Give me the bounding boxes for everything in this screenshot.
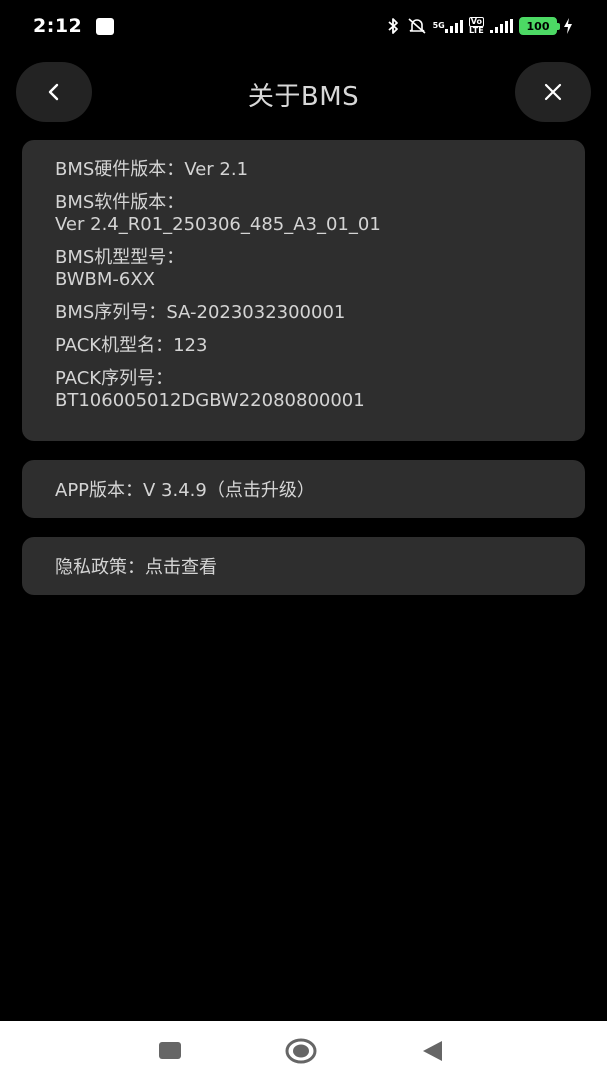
signal-bars-1 [444, 19, 463, 33]
model-value: BWBM-6XX [55, 269, 155, 290]
model-row: BMS机型型号： BWBM-6XX [55, 247, 552, 291]
sw-version-label: BMS软件版本： [55, 192, 185, 213]
pack-serial-value: BT106005012DGBW22080800001 [55, 390, 365, 411]
bms-info-card: BMS硬件版本：Ver 2.1 BMS软件版本： Ver 2.4_R01_250… [22, 140, 585, 441]
sw-version-row: BMS软件版本： Ver 2.4_R01_250306_485_A3_01_01 [55, 192, 552, 236]
app-version-card[interactable]: APP版本：V 3.4.9（点击升级） [22, 460, 585, 518]
lte-label: LTE [469, 26, 484, 35]
hw-version-value: Ver 2.1 [184, 159, 249, 180]
battery-icon: 100 [519, 17, 560, 35]
pack-model-label: PACK机型名： [55, 335, 174, 356]
header: 关于BMS [0, 62, 607, 124]
home-circle-icon [285, 1038, 317, 1064]
serial-value: SA-2023032300001 [166, 302, 346, 323]
serial-row: BMS序列号：SA-2023032300001 [55, 302, 552, 324]
nav-back-button[interactable] [416, 1035, 448, 1067]
privacy-policy-text: 隐私政策：点击查看 [55, 557, 217, 578]
charging-bolt-icon [563, 16, 573, 36]
model-label: BMS机型型号： [55, 247, 185, 268]
status-left: 2:12 [33, 15, 115, 37]
screen: 2:12 5G Vo LTE 100 关于BMS BMS硬件版本：Ver 2.1… [0, 0, 607, 1080]
bell-muted-icon [407, 16, 427, 36]
pack-model-value: 123 [173, 335, 208, 356]
close-button[interactable] [515, 62, 591, 122]
pack-serial-row: PACK序列号： BT106005012DGBW22080800001 [55, 368, 552, 412]
signal-5g-icon: 5G [433, 16, 463, 36]
hw-version-row: BMS硬件版本：Ver 2.1 [55, 159, 552, 181]
bluetooth-icon [385, 16, 401, 36]
pack-serial-label: PACK序列号： [55, 368, 174, 389]
status-bar: 2:12 5G Vo LTE 100 [0, 0, 607, 52]
status-right: 5G Vo LTE 100 [385, 16, 573, 36]
home-button[interactable] [285, 1035, 317, 1067]
square-icon [159, 1042, 181, 1059]
triangle-back-icon [423, 1041, 442, 1061]
close-icon [544, 83, 562, 101]
serial-label: BMS序列号： [55, 302, 167, 323]
privacy-policy-card[interactable]: 隐私政策：点击查看 [22, 537, 585, 595]
notification-icon [96, 17, 115, 35]
net-5g-label: 5G [432, 21, 445, 30]
hw-version-label: BMS硬件版本： [55, 159, 185, 180]
status-time: 2:12 [33, 15, 83, 37]
app-version-text: APP版本：V 3.4.9（点击升级） [55, 480, 315, 501]
volte-icon: Vo LTE [468, 16, 484, 36]
signal-bars-2 [490, 19, 513, 33]
recent-apps-button[interactable] [154, 1035, 186, 1067]
sw-version-value: Ver 2.4_R01_250306_485_A3_01_01 [55, 214, 381, 235]
pack-model-row: PACK机型名：123 [55, 335, 552, 357]
navigation-bar [0, 1021, 607, 1080]
